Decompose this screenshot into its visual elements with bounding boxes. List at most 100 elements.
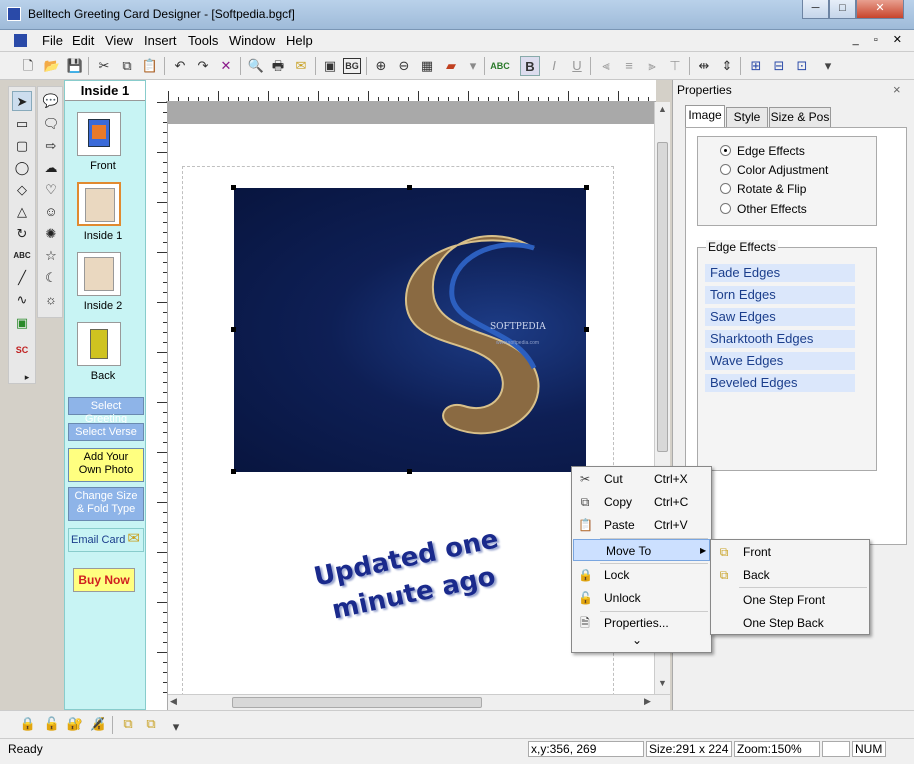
ellipse-icon[interactable]: ◯ [12, 158, 32, 178]
scroll-left-icon[interactable]: ◀ [170, 696, 177, 707]
pointer-icon[interactable]: ➤ [12, 91, 32, 111]
heart-icon[interactable]: ♡ [41, 180, 61, 200]
burst-icon[interactable]: ✺ [41, 224, 61, 244]
menu-help[interactable]: Help [286, 33, 313, 48]
align-left-icon[interactable]: ⫷ [596, 56, 616, 76]
buy-now-button[interactable]: Buy Now [73, 568, 135, 592]
triangle-icon[interactable]: △ [12, 202, 32, 222]
add-photo-button[interactable]: Add Your Own Photo [68, 448, 144, 482]
tab-image[interactable]: Image [685, 105, 725, 127]
lock-all-icon[interactable]: 🔐 [65, 714, 85, 734]
new-icon[interactable]: 🗋 [18, 56, 38, 76]
background-icon[interactable]: BG [343, 58, 361, 74]
line-icon[interactable]: ╱ [12, 268, 32, 288]
effect-fade-edges[interactable]: Fade Edges [705, 264, 855, 282]
cut-icon[interactable]: ✂ [94, 56, 114, 76]
menu-tools[interactable]: Tools [188, 33, 218, 48]
option-other-effects[interactable]: Other Effects [720, 202, 807, 216]
center-h-icon[interactable]: ⊞ [746, 56, 766, 76]
zoom-in-icon[interactable]: ⊕ [371, 56, 391, 76]
sun-icon[interactable]: ☼ [41, 290, 61, 310]
tab-size-pos[interactable]: Size & Pos [769, 107, 831, 127]
grid-icon[interactable]: ▦ [417, 56, 437, 76]
preview-icon[interactable]: 🔍 [246, 56, 266, 76]
center-page-icon[interactable]: ⊡ [792, 56, 812, 76]
effect-beveled-edges[interactable]: Beveled Edges [705, 374, 855, 392]
text-tool-icon[interactable]: ABC [12, 246, 32, 266]
page-thumb-back[interactable] [77, 322, 121, 366]
envelope-icon[interactable]: ✉ [291, 56, 311, 76]
submenu-one-step-front[interactable]: One Step Front [711, 589, 869, 611]
select-greeting-button[interactable]: Select Greeting [68, 397, 144, 425]
rectangle-icon[interactable]: ▭ [12, 114, 32, 134]
menu-unlock[interactable]: 🔓 Unlock [572, 587, 711, 609]
menu-insert[interactable]: Insert [144, 33, 177, 48]
zoom-out-icon[interactable]: ⊖ [394, 56, 414, 76]
star-icon[interactable]: ☆ [41, 246, 61, 266]
menu-expand-icon[interactable]: ⌄ [632, 631, 652, 649]
freehand-icon[interactable]: ∿ [12, 290, 32, 310]
submenu-one-step-back[interactable]: One Step Back [711, 612, 869, 634]
callout-icon[interactable]: 💬 [41, 91, 61, 111]
undo-icon[interactable]: ↶ [170, 56, 190, 76]
toolbar-more-icon[interactable]: ▾ [463, 56, 483, 76]
minimize-button[interactable]: ─ [802, 0, 829, 19]
selected-photo[interactable]: SOFTPEDIA www.softpedia.com [234, 188, 586, 472]
spell-check-icon[interactable]: ABC [490, 56, 510, 76]
save-icon[interactable]: 💾 [65, 56, 85, 76]
select-verse-button[interactable]: Select Verse [68, 423, 144, 441]
option-rotate-flip[interactable]: Rotate & Flip [720, 182, 806, 196]
menu-view[interactable]: View [105, 33, 133, 48]
hscroll-thumb[interactable] [232, 697, 482, 708]
effect-wave-edges[interactable]: Wave Edges [705, 352, 855, 370]
flip-vertical-icon[interactable]: ⇕ [717, 56, 737, 76]
copy-icon[interactable]: ⧉ [117, 56, 137, 76]
unlock-all-icon[interactable]: 🔏 [88, 714, 108, 734]
tab-style[interactable]: Style [726, 107, 768, 127]
option-color-adjustment[interactable]: Color Adjustment [720, 163, 828, 177]
toolbar-overflow-icon[interactable]: ▾ [818, 56, 838, 76]
vscroll-thumb[interactable] [657, 142, 668, 452]
option-edge-effects[interactable]: Edge Effects [720, 144, 805, 158]
effect-sharktooth-edges[interactable]: Sharktooth Edges [705, 330, 855, 348]
arrow-right-icon[interactable]: ⇨ [41, 136, 61, 156]
menu-paste[interactable]: 📋 Paste Ctrl+V [572, 514, 711, 536]
underline-button[interactable]: U [567, 56, 587, 76]
change-size-button[interactable]: Change Size & Fold Type [68, 487, 144, 521]
email-card-button[interactable]: Email Card ✉ [68, 528, 144, 552]
properties-close-icon[interactable]: × [893, 82, 901, 97]
page-thumb-inside-1[interactable] [77, 182, 121, 226]
menu-lock[interactable]: 🔒 Lock [572, 564, 711, 586]
italic-button[interactable]: I [544, 56, 564, 76]
page-thumb-inside-2[interactable] [77, 252, 121, 296]
send-to-back-icon[interactable]: ⧉ [141, 714, 161, 734]
maximize-button[interactable]: □ [829, 0, 856, 19]
scroll-down-icon[interactable]: ▼ [658, 678, 667, 688]
clipart-icon[interactable]: SC [12, 340, 32, 360]
submenu-front[interactable]: ⧉ Front [711, 541, 869, 563]
menu-file[interactable]: File [42, 33, 63, 48]
diamond-icon[interactable]: ◇ [12, 180, 32, 200]
smiley-icon[interactable]: ☺ [41, 202, 61, 222]
callout-rect-icon[interactable]: 🗨 [41, 114, 61, 134]
bring-to-front-icon[interactable]: ⧉ [118, 714, 138, 734]
page-thumb-front[interactable] [77, 112, 121, 156]
moon-icon[interactable]: ☾ [41, 268, 61, 288]
print-icon[interactable]: 🖶 [268, 56, 288, 76]
menu-move-to[interactable]: Move To ▶ [573, 539, 710, 561]
book-icon[interactable]: ▰ [441, 56, 461, 76]
mdi-controls[interactable]: _ ▫ ✕ [853, 33, 908, 46]
picture-icon[interactable]: ▣ [320, 56, 340, 76]
unlock-icon[interactable]: 🔓 [42, 714, 62, 734]
scroll-right-icon[interactable]: ▶ [644, 696, 651, 707]
rounded-rect-icon[interactable]: ▢ [12, 136, 32, 156]
cloud-icon[interactable]: ☁ [41, 158, 61, 178]
menu-window[interactable]: Window [229, 33, 275, 48]
menu-cut[interactable]: ✂ Cut Ctrl+X [572, 468, 711, 490]
delete-icon[interactable]: ✕ [216, 56, 236, 76]
menu-edit[interactable]: Edit [72, 33, 94, 48]
flip-horizontal-icon[interactable]: ⇹ [694, 56, 714, 76]
submenu-back[interactable]: ⧉ Back [711, 564, 869, 586]
menu-copy[interactable]: ⧉ Copy Ctrl+C [572, 491, 711, 513]
close-button[interactable]: ✕ [856, 0, 904, 19]
